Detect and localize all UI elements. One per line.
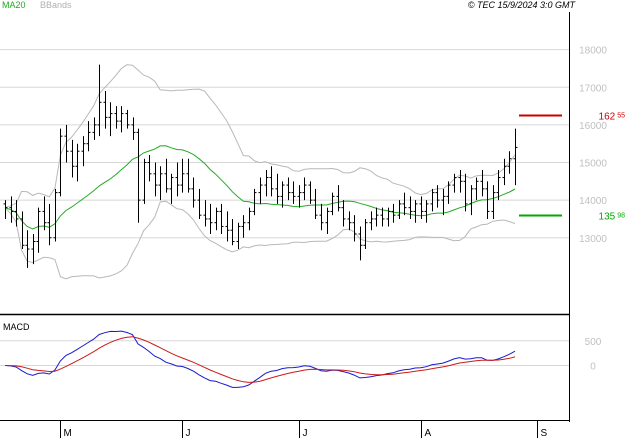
ohlc-bar-58	[325, 207, 330, 234]
ohlc-bar-37	[208, 203, 213, 234]
ohlc-bar-70	[391, 203, 396, 223]
ohlc-bar-23	[131, 117, 136, 140]
ohlc-bar-22	[125, 109, 130, 129]
ohlc-bar-71	[397, 200, 402, 219]
ohlc-bar-82	[458, 170, 463, 193]
ohlc-bar-4	[25, 230, 30, 268]
stock-chart: 162 55135 98 13000140001500016000170001800…	[0, 12, 625, 439]
ohlc-bar-14	[81, 136, 86, 167]
ohlc-bar-81	[452, 173, 457, 193]
ohlc-bar-47	[264, 170, 269, 197]
ohlc-bar-65	[363, 218, 368, 250]
price-levels: 162 55135 98	[519, 112, 625, 223]
ohlc-bar-51	[286, 177, 291, 201]
macd-line	[4, 330, 516, 388]
ohlc-bar-15	[86, 121, 91, 152]
ohlc-bar-86	[480, 170, 485, 197]
bollinger-bands	[4, 64, 516, 280]
support-label: 135 98	[599, 212, 626, 223]
ohlc-bar-16	[92, 117, 97, 140]
x-month-label-0: M	[64, 428, 72, 439]
price-tick-label-5: 18000	[579, 46, 607, 57]
ohlc-bar-26	[147, 154, 152, 182]
ohlc-bar-21	[119, 106, 124, 133]
ohlc-bar-76	[424, 200, 429, 223]
ohlc-bar-9	[53, 188, 58, 242]
ohlc-bar-74	[413, 200, 418, 223]
x-month-label-2: J	[303, 428, 308, 439]
macd-tick-label-1: 500	[585, 337, 602, 348]
ohlc-bar-17	[97, 64, 102, 137]
price-tick-label-2: 15000	[579, 159, 607, 170]
x-month-label-3: A	[425, 428, 432, 439]
ohlc-bar-8	[47, 203, 52, 246]
price-tick-label-1: 14000	[579, 196, 607, 207]
y-tick-labels: 13000 14000 15000 16000 17000 18000 0 500	[579, 46, 607, 373]
macd-signal-line	[4, 336, 516, 383]
ohlc-bar-42	[236, 222, 241, 250]
price-tick-label-3: 16000	[579, 121, 607, 132]
x-month-labels: MJJAS	[60, 420, 548, 439]
ohlc-bar-85	[474, 177, 479, 201]
ohlc-bar-3	[20, 211, 25, 250]
macd-tick-label-0: 0	[590, 362, 596, 373]
ohlc-bar-53	[297, 185, 302, 208]
ohlc-bar-61	[341, 200, 346, 227]
ohlc-bar-19	[108, 102, 113, 137]
ohlc-bar-25	[142, 158, 147, 204]
ohlc-bar-57	[319, 203, 324, 231]
ohlc-bar-48	[269, 166, 274, 197]
price-tick-label-4: 17000	[579, 83, 607, 94]
price-tick-label-0: 13000	[579, 234, 607, 245]
ohlc-bar-49	[275, 173, 280, 204]
ohlc-bar-67	[374, 207, 379, 227]
support-label-small: 98	[617, 213, 625, 220]
ohlc-bar-35	[197, 188, 202, 219]
ohlc-bar-41	[230, 218, 235, 246]
ohlc-bar-27	[153, 162, 158, 197]
ohlc-bar-66	[369, 211, 374, 231]
x-month-label-1: J	[186, 428, 191, 439]
ohlc-bar-62	[347, 211, 352, 231]
ohlc-bar-50	[280, 181, 285, 208]
ohlc-bar-7	[42, 196, 47, 231]
ohlc-bar-79	[441, 188, 446, 216]
ohlc-bar-43	[241, 215, 246, 238]
support-label-main: 135	[599, 212, 616, 223]
ohlc-bar-54	[302, 177, 307, 201]
x-month-label-4: S	[541, 428, 548, 439]
ohlc-bar-39	[219, 203, 224, 234]
ohlc-bar-64	[358, 226, 363, 261]
ohlc-bar-56	[313, 188, 318, 219]
ohlc-bar-32	[180, 158, 185, 193]
ohlc-bar-60	[336, 185, 341, 212]
ohlc-bar-88	[491, 185, 496, 219]
ohlc-bar-30	[169, 173, 174, 204]
ohlc-bar-45	[252, 188, 257, 216]
ohlc-bar-12	[70, 139, 75, 178]
ohlc-bar-29	[164, 158, 169, 193]
ohlc-bar-34	[191, 177, 196, 208]
ohlc-bar-5	[31, 233, 36, 265]
ohlc-bar-18	[103, 91, 108, 129]
ohlc-bar-33	[186, 158, 191, 193]
ohlc-bar-38	[214, 207, 219, 231]
resistance-label-small: 55	[617, 113, 625, 120]
ohlc-bar-24	[136, 128, 141, 223]
ohlc-bar-6	[36, 207, 41, 253]
macd-lines	[4, 330, 516, 388]
ohlc-bar-92	[513, 128, 518, 186]
ohlc-bar-31	[175, 162, 180, 197]
ohlc-bar-28	[158, 166, 163, 201]
ohlc-bar-72	[402, 192, 407, 216]
ohlc-bar-44	[247, 207, 252, 231]
ohlc-bar-36	[203, 200, 208, 227]
ohlc-bar-40	[225, 211, 230, 242]
